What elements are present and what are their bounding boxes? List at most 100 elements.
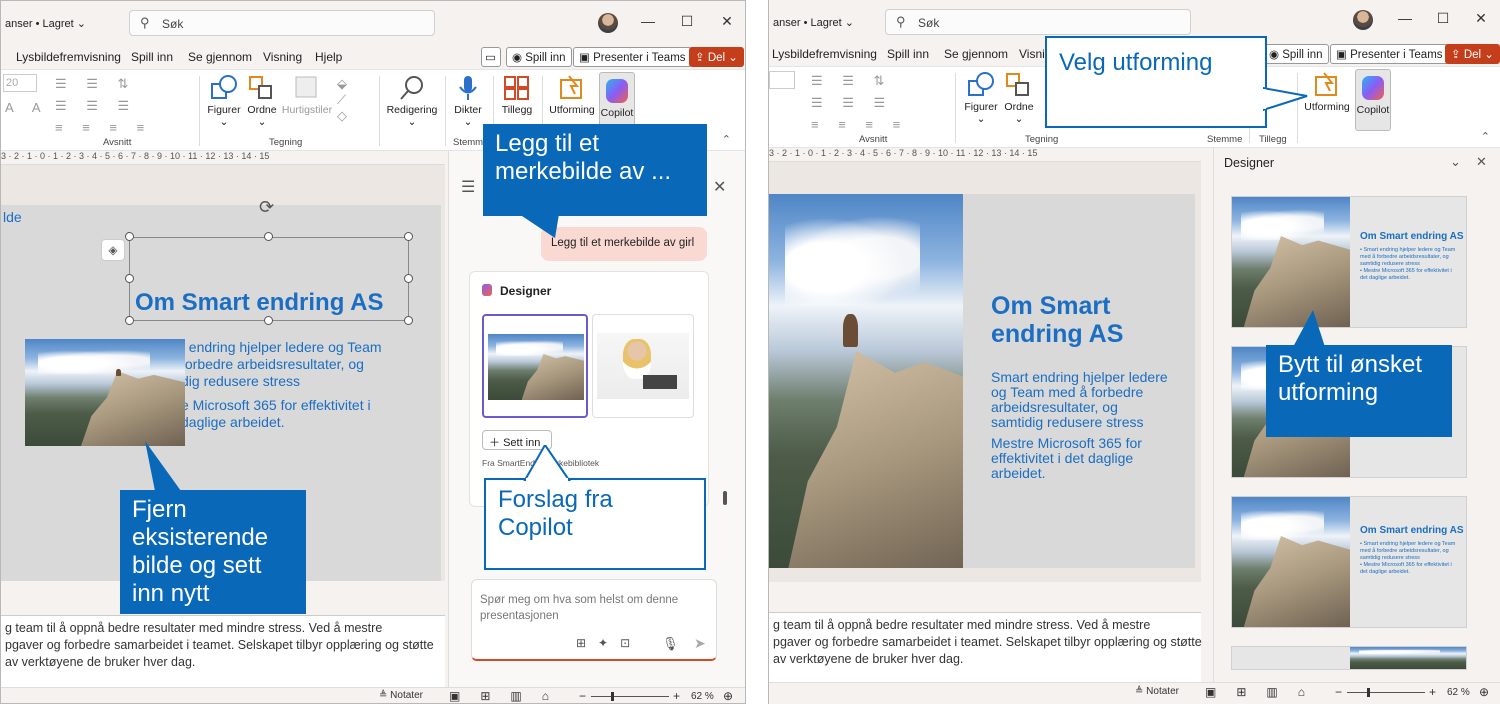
search-box[interactable]: ⚲ Søk: [129, 10, 435, 36]
close-icon[interactable]: ✕: [717, 13, 737, 30]
bullet-tools[interactable]: ☰ ☰ ⇅: [811, 73, 892, 89]
present-teams-button[interactable]: ▣ Presenter i Teams: [1330, 44, 1449, 64]
resize-handle[interactable]: [125, 316, 134, 325]
zoom-out-icon[interactable]: −: [579, 689, 586, 703]
copilot-label: Copilot: [600, 107, 634, 119]
mountain-photo[interactable]: [769, 194, 963, 568]
copilot-button[interactable]: Copilot: [599, 72, 635, 128]
indent-tools[interactable]: ☰ ☰ ☰: [811, 95, 893, 111]
align-tools[interactable]: ≡ ≡ ≡ ≡: [55, 120, 152, 135]
fit-slide-icon[interactable]: ⊕: [723, 689, 733, 703]
fit-slide-icon[interactable]: ⊕: [1479, 685, 1489, 699]
avatar[interactable]: [598, 13, 618, 33]
menu-visning[interactable]: Visning: [263, 50, 302, 64]
fill-tools[interactable]: ⬙ ⟋ ◇: [337, 76, 349, 124]
slide-body-2[interactable]: e Microsoft 365 for effektivitet i dagli…: [181, 397, 371, 431]
resize-handle[interactable]: [125, 232, 134, 241]
menu-icon[interactable]: ☰: [461, 177, 475, 197]
zoom-level[interactable]: 62 %: [691, 691, 714, 702]
resize-handle[interactable]: [264, 232, 273, 241]
notes-toggle[interactable]: ≜ Notater: [379, 690, 423, 701]
maximize-icon[interactable]: ☐: [1433, 10, 1453, 27]
speaker-notes[interactable]: g team til å oppnå bedre resultater med …: [1, 615, 445, 687]
shapes-icon: [968, 72, 994, 96]
zoom-thumb[interactable]: [1367, 688, 1370, 697]
chat-input[interactable]: Spør meg om hva som helst om denne prese…: [471, 579, 717, 661]
zoom-thumb[interactable]: [611, 692, 614, 701]
suggestion-1[interactable]: [482, 314, 588, 418]
menu-lysbildefremvisning[interactable]: Lysbildefremvisning: [16, 50, 121, 64]
zoom-slider[interactable]: [591, 692, 669, 701]
zoom-in-icon[interactable]: +: [1429, 685, 1436, 699]
menu-se-gjennom[interactable]: Se gjennom: [944, 47, 1008, 61]
menu-spill-inn[interactable]: Spill inn: [131, 50, 173, 64]
speaker-notes[interactable]: g team til å oppnå bedre resultater med …: [769, 612, 1202, 684]
separator: [955, 73, 956, 143]
record-button[interactable]: ◉ Spill inn: [1263, 44, 1329, 64]
close-pane-icon[interactable]: ✕: [713, 177, 726, 197]
design-option-1[interactable]: Om Smart endring AS • Smart endring hjel…: [1231, 196, 1467, 328]
view-buttons[interactable]: ▣⊞▥⌂: [1205, 685, 1325, 699]
record-button[interactable]: ◉ Spill inn: [506, 47, 572, 67]
zoom-slider[interactable]: [1347, 688, 1425, 697]
input-tools-icons[interactable]: ⊞✦⊡: [576, 636, 642, 650]
slide-title[interactable]: Om Smart endring AS: [135, 289, 383, 317]
slide[interactable]: Om Smart endring AS Smart endring hjelpe…: [769, 194, 1195, 568]
zoom-in-icon[interactable]: +: [673, 689, 680, 703]
avatar[interactable]: [1353, 10, 1373, 30]
slide-title[interactable]: Om Smart endring AS: [991, 292, 1123, 348]
indent-tools[interactable]: ☰ ☰ ☰: [55, 98, 137, 114]
resize-handle[interactable]: [125, 274, 134, 283]
slide-body-2[interactable]: Mestre Microsoft 365 for effektivitet i …: [991, 436, 1142, 481]
collapse-ribbon-icon[interactable]: ⌃: [722, 133, 731, 146]
resize-handle[interactable]: [404, 274, 413, 283]
menu-spill-inn[interactable]: Spill inn: [887, 47, 929, 61]
document-title[interactable]: anser • Lagret ⌄: [773, 16, 854, 29]
minimize-icon[interactable]: —: [1395, 10, 1415, 26]
copilot-sparkle-icon[interactable]: ◈: [101, 239, 125, 261]
mountain-photo[interactable]: [25, 339, 185, 446]
notes-label: Notater: [1146, 686, 1179, 697]
view-buttons[interactable]: ▣⊞▥⌂: [449, 689, 569, 703]
bullet-tools[interactable]: ☰ ☰ ⇅: [55, 76, 136, 92]
rotate-handle-icon[interactable]: ⟳: [259, 197, 274, 218]
notes-toggle[interactable]: ≜ Notater: [1135, 686, 1179, 697]
shapes-button[interactable]: Figurer ⌄: [961, 67, 1001, 149]
maximize-icon[interactable]: ☐: [677, 13, 697, 30]
zoom-level[interactable]: 62 %: [1447, 687, 1470, 698]
menu-hjelp[interactable]: Hjelp: [315, 50, 342, 64]
send-icon[interactable]: ➤: [694, 635, 706, 652]
minimize-icon[interactable]: —: [638, 13, 658, 29]
slide-body-1[interactable]: t endring hjelper ledere og Team forbedr…: [181, 339, 382, 390]
shapes-button[interactable]: Figurer ⌄: [204, 70, 244, 152]
font-size-box[interactable]: [769, 71, 795, 89]
font-size-box[interactable]: 20: [3, 74, 37, 92]
editing-button[interactable]: Redigering ⌄: [385, 70, 439, 152]
scrollbar[interactable]: [723, 491, 727, 505]
present-teams-button[interactable]: ▣ Presenter i Teams: [573, 47, 692, 67]
collapse-ribbon-icon[interactable]: ⌃: [1481, 130, 1490, 143]
resize-handle[interactable]: [404, 316, 413, 325]
chevron-down-icon[interactable]: ⌄: [1450, 154, 1461, 170]
share-button[interactable]: ⇪ Del ⌄: [689, 47, 744, 67]
zoom-out-icon[interactable]: −: [1335, 685, 1342, 699]
design-option-3[interactable]: Om Smart endring AS • Smart endring hjel…: [1231, 496, 1467, 628]
comment-icon[interactable]: ▭: [481, 47, 501, 67]
menu-visning[interactable]: Visni: [1019, 47, 1045, 61]
search-box[interactable]: ⚲ Søk: [885, 9, 1191, 35]
rock: [788, 351, 963, 568]
design-option-4[interactable]: [1231, 646, 1467, 670]
menu-se-gjennom[interactable]: Se gjennom: [188, 50, 252, 64]
close-icon[interactable]: ✕: [1471, 10, 1491, 27]
slide-body-1[interactable]: Smart endring hjelper ledere og Team med…: [991, 370, 1168, 430]
resize-handle[interactable]: [264, 316, 273, 325]
resize-handle[interactable]: [404, 232, 413, 241]
copilot-button[interactable]: Copilot: [1355, 69, 1391, 131]
menu-lysbildefremvisning[interactable]: Lysbildefremvisning: [772, 47, 877, 61]
close-pane-icon[interactable]: ✕: [1476, 154, 1487, 170]
suggestion-2[interactable]: [592, 314, 694, 418]
microphone-icon[interactable]: 🎙: [662, 636, 679, 652]
document-title[interactable]: anser • Lagret ⌄: [5, 17, 86, 30]
share-button[interactable]: ⇪ Del ⌄: [1445, 44, 1500, 64]
align-tools[interactable]: ≡ ≡ ≡ ≡: [811, 117, 908, 132]
